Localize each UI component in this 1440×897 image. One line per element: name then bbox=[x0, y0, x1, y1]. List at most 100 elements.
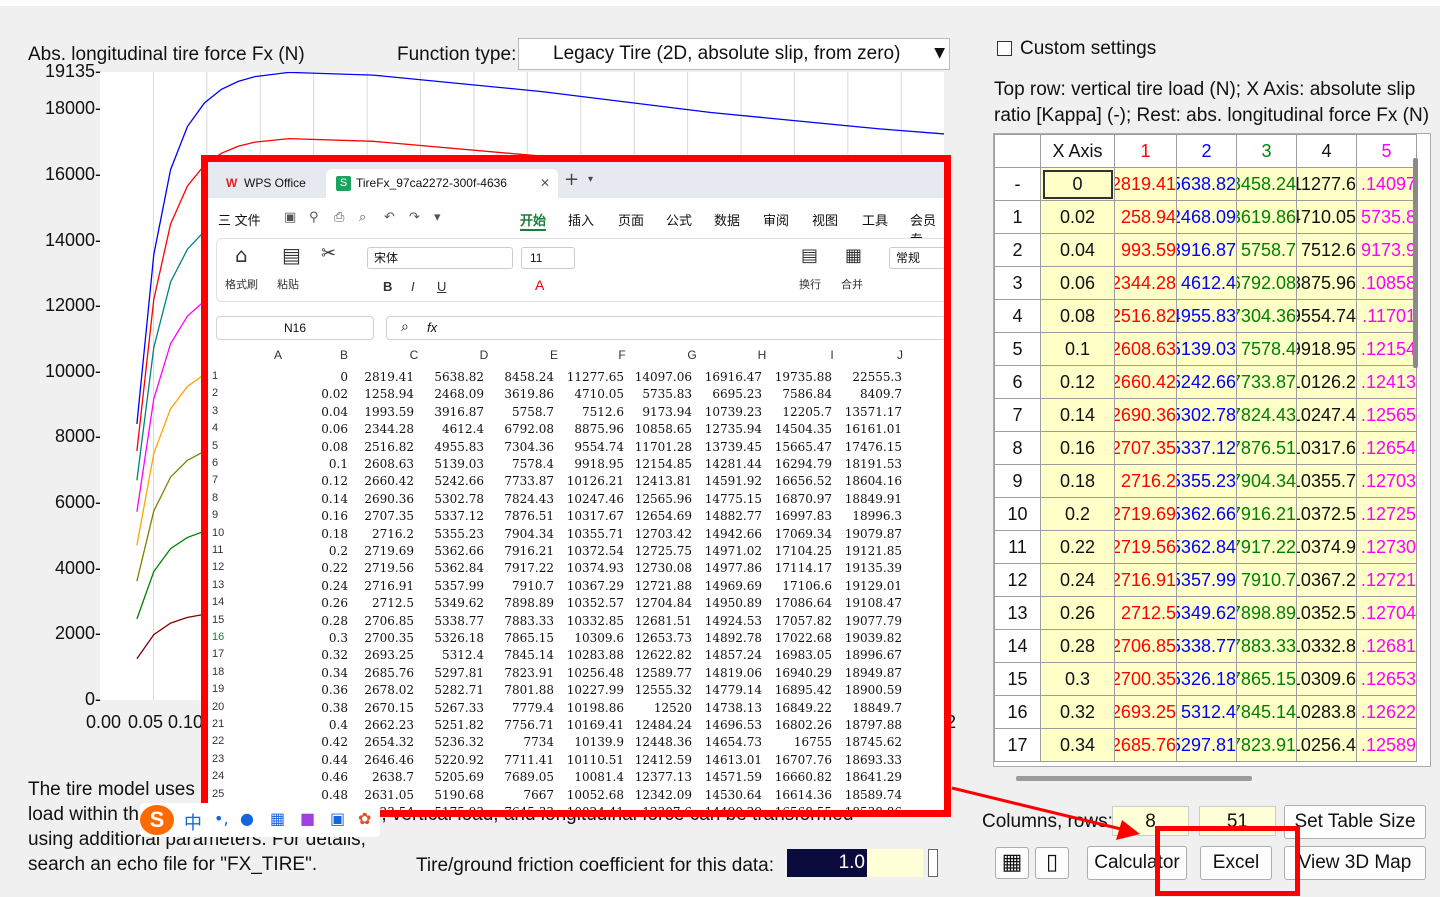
sheet-cell[interactable]: 14950.89 bbox=[694, 596, 762, 610]
grid-value-cell[interactable]: 9918.95 bbox=[1296, 332, 1357, 366]
grid-column-header[interactable]: 2 bbox=[1176, 134, 1237, 168]
sheet-cell[interactable]: 2608.63 bbox=[346, 457, 414, 471]
ime-punct-icon[interactable]: •, bbox=[214, 809, 229, 828]
grid-value-cell[interactable]: 5735.8 bbox=[1356, 200, 1417, 234]
wps-menu-item[interactable]: 审阅 bbox=[763, 210, 789, 229]
sheet-column-header[interactable]: D bbox=[454, 348, 514, 363]
sheet-row-number[interactable]: 25 bbox=[208, 788, 234, 800]
italic-button[interactable]: I bbox=[411, 279, 415, 294]
grid-value-cell[interactable]: 7304.36 bbox=[1236, 299, 1297, 333]
grid-x-cell[interactable]: 0.32 bbox=[1040, 695, 1115, 729]
sheet-cell[interactable]: 2660.42 bbox=[346, 474, 414, 488]
sheet-cell[interactable]: 8875.96 bbox=[556, 422, 624, 436]
grid-value-cell[interactable]: 2344.28 bbox=[1114, 266, 1177, 300]
sheet-cell[interactable]: 19108.47 bbox=[834, 596, 902, 610]
ime-mode-icon[interactable]: 中 bbox=[184, 809, 202, 835]
sheet-cell[interactable]: 12730.08 bbox=[624, 561, 692, 575]
wps-menu-item[interactable]: 三 文件 bbox=[218, 210, 261, 229]
grid-value-cell[interactable]: 5638.82 bbox=[1176, 167, 1237, 201]
sheet-cell[interactable]: 10352.57 bbox=[556, 596, 624, 610]
sheet-cell[interactable]: 14738.13 bbox=[694, 701, 762, 715]
sheet-cell[interactable]: 7586.84 bbox=[764, 387, 832, 401]
tab-dropdown-icon[interactable]: ▾ bbox=[588, 174, 593, 185]
sheet-cell[interactable]: 10739.23 bbox=[694, 405, 762, 419]
sheet-cell[interactable]: 0.14 bbox=[280, 492, 348, 506]
sheet-cell[interactable]: 10367.29 bbox=[556, 579, 624, 593]
grid-value-cell[interactable]: 12653. bbox=[1356, 662, 1417, 696]
sheet-cell[interactable]: 14591.92 bbox=[694, 474, 762, 488]
sheet-cell[interactable]: 5338.77 bbox=[416, 614, 484, 628]
grid-value-cell[interactable]: 5362.84 bbox=[1176, 530, 1237, 564]
grid-value-cell[interactable]: 258.94 bbox=[1114, 200, 1177, 234]
sheet-cell[interactable]: 5282.71 bbox=[416, 683, 484, 697]
quick-access-icon[interactable]: ↶ bbox=[384, 210, 395, 225]
sheet-cell[interactable]: 1993.59 bbox=[346, 405, 414, 419]
sheet-cell[interactable]: 7904.34 bbox=[486, 527, 554, 541]
sheet-cell[interactable]: 0.46 bbox=[280, 770, 348, 784]
sheet-cell[interactable]: 9173.94 bbox=[624, 405, 692, 419]
sheet-cell[interactable]: 12653.73 bbox=[624, 631, 692, 645]
sheet-cell[interactable]: 12725.75 bbox=[624, 544, 692, 558]
sheet-cell[interactable]: 16983.05 bbox=[764, 648, 832, 662]
grid-value-cell[interactable]: 4955.83 bbox=[1176, 299, 1237, 333]
sheet-column-header[interactable]: C bbox=[384, 348, 444, 363]
grid-value-cell[interactable]: 7845.14 bbox=[1236, 695, 1297, 729]
grid-value-cell[interactable]: 9173.9 bbox=[1356, 233, 1417, 267]
sheet-cell[interactable]: 10024.41 bbox=[556, 805, 624, 810]
sheet-cell[interactable]: 15665.47 bbox=[764, 440, 832, 454]
sheet-cell[interactable]: 10355.71 bbox=[556, 527, 624, 541]
sheet-cell[interactable]: 19039.82 bbox=[834, 631, 902, 645]
sheet-cell[interactable]: 12413.81 bbox=[624, 474, 692, 488]
sheet-cell[interactable]: 2700.35 bbox=[346, 631, 414, 645]
sheet-cell[interactable]: 14504.35 bbox=[764, 422, 832, 436]
grid-value-cell[interactable]: 5302.78 bbox=[1176, 398, 1237, 432]
grid-value-cell[interactable]: 10367.2 bbox=[1296, 563, 1357, 597]
wps-menu-item[interactable]: 工具 bbox=[862, 210, 888, 229]
sheet-cell[interactable]: 7578.4 bbox=[486, 457, 554, 471]
grid-value-cell[interactable]: 2660.42 bbox=[1114, 365, 1177, 399]
sheet-cell[interactable]: 0.28 bbox=[280, 614, 348, 628]
sheet-cell[interactable]: 12703.42 bbox=[624, 527, 692, 541]
grid-value-cell[interactable]: 12413. bbox=[1356, 365, 1417, 399]
bold-button[interactable]: B bbox=[383, 279, 392, 294]
sheet-cell[interactable]: 10332.85 bbox=[556, 614, 624, 628]
sheet-cell[interactable]: 5190.68 bbox=[416, 788, 484, 802]
grid-value-cell[interactable]: 5362.66 bbox=[1176, 497, 1237, 531]
grid-value-cell[interactable]: 7917.22 bbox=[1236, 530, 1297, 564]
sheet-cell[interactable]: 17022.68 bbox=[764, 631, 832, 645]
wps-menu-item[interactable]: 公式 bbox=[666, 210, 692, 229]
grid-value-cell[interactable]: 12681. bbox=[1356, 629, 1417, 663]
sheet-cell[interactable]: 12154.85 bbox=[624, 457, 692, 471]
format-painter-icon[interactable]: ⌂ bbox=[235, 243, 248, 267]
wps-file-tab[interactable]: S TireFx_97ca2272-300f-4636 ✕ bbox=[326, 169, 558, 198]
grid-value-cell[interactable]: 5357.99 bbox=[1176, 563, 1237, 597]
sheet-cell[interactable]: 7689.05 bbox=[486, 770, 554, 784]
sheet-cell[interactable]: 5297.81 bbox=[416, 666, 484, 680]
grid-value-cell[interactable]: 2468.09 bbox=[1176, 200, 1237, 234]
grid-value-cell[interactable]: 2716.2 bbox=[1114, 464, 1177, 498]
sheet-cell[interactable]: 18641.29 bbox=[834, 770, 902, 784]
set-table-size-button[interactable]: Set Table Size bbox=[1284, 805, 1426, 839]
sheet-cell[interactable]: 16849.22 bbox=[764, 701, 832, 715]
sheet-cell[interactable]: 5139.03 bbox=[416, 457, 484, 471]
sheet-cell[interactable]: 12412.59 bbox=[624, 753, 692, 767]
sheet-cell[interactable]: 7898.89 bbox=[486, 596, 554, 610]
grid-value-cell[interactable]: 5297.81 bbox=[1176, 728, 1237, 762]
sheet-cell[interactable]: 10139.9 bbox=[556, 735, 624, 749]
grid-value-cell[interactable]: 3619.86 bbox=[1236, 200, 1297, 234]
sheet-cell[interactable]: 2344.28 bbox=[346, 422, 414, 436]
grid-value-cell[interactable]: 5338.77 bbox=[1176, 629, 1237, 663]
sheet-cell[interactable]: 17086.64 bbox=[764, 596, 832, 610]
sheet-cell[interactable]: 0.18 bbox=[280, 527, 348, 541]
sheet-cell[interactable]: 14490.29 bbox=[694, 805, 762, 810]
sheet-cell[interactable]: 12555.32 bbox=[624, 683, 692, 697]
grid-value-cell[interactable]: 12622. bbox=[1356, 695, 1417, 729]
grid-value-cell[interactable]: 12703. bbox=[1356, 464, 1417, 498]
grid-value-cell[interactable]: 2712.5 bbox=[1114, 596, 1177, 630]
sheet-cell[interactable]: 16707.76 bbox=[764, 753, 832, 767]
sheet-cell[interactable]: 14696.53 bbox=[694, 718, 762, 732]
sheet-cell[interactable]: 14613.01 bbox=[694, 753, 762, 767]
sheet-cell[interactable]: 10374.93 bbox=[556, 561, 624, 575]
sheet-cell[interactable]: 10110.51 bbox=[556, 753, 624, 767]
sheet-cell[interactable]: 12342.09 bbox=[624, 788, 692, 802]
